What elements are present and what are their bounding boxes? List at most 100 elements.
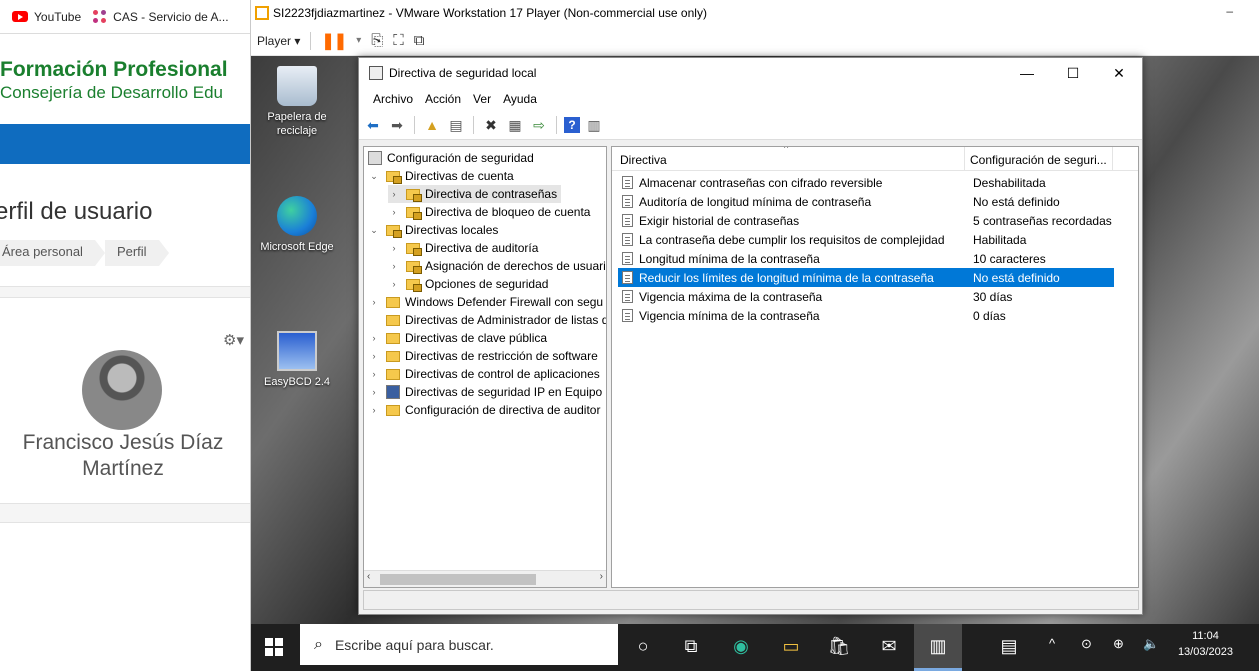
task-view-icon[interactable]: ⧉ xyxy=(677,632,705,660)
tree-item-clave-publica[interactable]: › Directivas de clave pública xyxy=(368,329,548,347)
table-row[interactable]: Longitud mínima de la contraseña 10 cara… xyxy=(618,249,1114,268)
cortana-icon[interactable]: ○ xyxy=(629,632,657,660)
menu-archivo[interactable]: Archivo xyxy=(367,92,419,106)
table-row[interactable]: Auditoría de longitud mínima de contrase… xyxy=(618,192,1114,211)
network-icon[interactable]: ⊕ xyxy=(1113,636,1124,652)
minimize-button[interactable]: — xyxy=(1004,58,1050,88)
vmware-minimize-button[interactable]: – xyxy=(1226,4,1233,18)
pause-icon[interactable]: ❚❚ xyxy=(321,31,347,51)
expand-arrow-icon[interactable]: ⌄ xyxy=(368,171,380,182)
breadcrumb-item-area-personal[interactable]: Área personal xyxy=(0,240,105,266)
tree-item-directiva-contrasenas[interactable]: › Directiva de contraseñas xyxy=(388,185,562,203)
desktop-icon-recycle-bin[interactable]: Papelera de reciclaje xyxy=(257,66,337,138)
expand-arrow-icon[interactable]: › xyxy=(388,189,400,199)
policy-setting: No está definido xyxy=(973,195,1060,209)
system-clock[interactable]: 11:04 13/03/2023 xyxy=(1178,628,1233,660)
breadcrumb-item-perfil[interactable]: Perfil xyxy=(104,240,169,266)
site-brand[interactable]: Formación Profesional Consejería de Desa… xyxy=(0,34,250,104)
gear-icon[interactable]: ⚙▾ xyxy=(223,331,244,349)
delete-icon[interactable]: ✖ xyxy=(481,115,501,135)
column-header-configuracion[interactable]: Configuración de seguri... xyxy=(970,153,1107,167)
table-row[interactable]: Exigir historial de contraseñas 5 contra… xyxy=(618,211,1114,230)
tree-item-firewall[interactable]: › Windows Defender Firewall con segu xyxy=(368,293,604,311)
fullscreen-icon[interactable]: ⛶ xyxy=(393,32,404,49)
tree-item-opciones-seguridad[interactable]: › Opciones de seguridad xyxy=(388,275,548,293)
tree-item-asignacion-derechos[interactable]: › Asignación de derechos de usuari xyxy=(388,257,606,275)
tree-item-directivas-locales[interactable]: ⌄ Directivas locales xyxy=(368,221,498,239)
expand-arrow-icon[interactable]: › xyxy=(368,351,380,361)
expand-arrow-icon[interactable]: › xyxy=(368,333,380,343)
tree-item-config-seguridad[interactable]: Configuración de seguridad xyxy=(368,149,534,167)
table-row[interactable]: La contraseña debe cumplir los requisito… xyxy=(618,230,1114,249)
scroll-left-icon[interactable]: ‹ xyxy=(367,571,370,582)
maximize-button[interactable]: ☐ xyxy=(1050,58,1096,88)
vmware-title: SI2223fjdiazmartinez - VMware Workstatio… xyxy=(273,6,707,20)
expand-arrow-icon[interactable]: › xyxy=(388,279,400,289)
tree-item-restriccion-software[interactable]: › Directivas de restricción de software xyxy=(368,347,598,365)
scrollbar-thumb[interactable] xyxy=(380,574,536,585)
mail-icon[interactable]: ✉ xyxy=(875,632,903,660)
active-app-mmc[interactable]: ▥ xyxy=(914,624,962,671)
table-row-selected[interactable]: Reducir los límites de longitud mínima d… xyxy=(618,268,1114,287)
windows-start-icon[interactable] xyxy=(265,638,283,656)
desktop-icon-easybcd[interactable]: EasyBCD 2.4 xyxy=(257,331,337,389)
bookmark-youtube[interactable]: YouTube xyxy=(12,10,81,24)
policy-setting: Habilitada xyxy=(973,233,1027,247)
expand-arrow-icon[interactable]: › xyxy=(368,369,380,379)
expand-arrow-icon[interactable]: › xyxy=(388,243,400,253)
tree-item-directiva-bloqueo[interactable]: › Directiva de bloqueo de cuenta xyxy=(388,203,590,221)
column-header-directiva[interactable]: Directiva xyxy=(620,153,667,167)
taskbar: ⌕ Escribe aquí para buscar. ○ ⧉ ◉ ▭ 🛍 ✉ … xyxy=(251,624,1259,671)
bookmark-cas[interactable]: CAS - Servicio de A... xyxy=(93,9,229,24)
table-row[interactable]: Almacenar contraseñas con cifrado revers… xyxy=(618,173,1114,192)
send-ctrl-alt-del-icon[interactable]: ⎘ xyxy=(371,32,383,49)
taskbar-search[interactable]: ⌕ Escribe aquí para buscar. xyxy=(300,624,618,665)
menu-accion[interactable]: Acción xyxy=(419,92,467,106)
tree-item-seguridad-ip[interactable]: › Directivas de seguridad IP en Equipo l xyxy=(368,383,607,401)
expand-arrow-icon[interactable]: › xyxy=(388,207,400,217)
file-explorer-icon[interactable]: ▭ xyxy=(777,632,805,660)
expand-arrow-icon[interactable]: › xyxy=(368,405,380,415)
horizontal-scrollbar[interactable]: ‹ › xyxy=(364,570,606,587)
show-tree-icon[interactable]: ▤ xyxy=(446,115,466,135)
expand-arrow-icon[interactable]: › xyxy=(368,297,380,307)
help-icon[interactable]: ? xyxy=(564,116,580,133)
folder-lock-icon xyxy=(406,278,422,292)
table-row[interactable]: Vigencia mínima de la contraseña 0 días xyxy=(618,306,1114,325)
column-divider[interactable] xyxy=(1112,147,1113,171)
tree-item-directiva-auditoria[interactable]: › Directiva de auditoría xyxy=(388,239,538,257)
tree-item-directivas-cuenta[interactable]: ⌄ Directivas de cuenta xyxy=(368,167,514,185)
desktop-icon-edge[interactable]: Microsoft Edge xyxy=(257,196,337,254)
tree-label: Directivas de seguridad IP en Equipo l xyxy=(405,385,607,399)
webcam-icon[interactable]: ⊙ xyxy=(1081,636,1092,652)
export-list-icon[interactable]: ⇨ xyxy=(529,115,549,135)
view-icon[interactable]: ▥ xyxy=(584,115,604,135)
volume-icon[interactable]: 🔈 xyxy=(1143,636,1159,652)
table-row[interactable]: Vigencia máxima de la contraseña 30 días xyxy=(618,287,1114,306)
pause-dropdown-icon[interactable]: ▾ xyxy=(356,35,361,46)
scroll-right-icon[interactable]: › xyxy=(600,571,603,582)
close-button[interactable]: ✕ xyxy=(1096,58,1142,88)
forward-arrow-icon[interactable]: ➡ xyxy=(387,115,407,135)
policy-setting: Deshabilitada xyxy=(973,176,1046,190)
expand-arrow-icon[interactable]: › xyxy=(388,261,400,271)
edge-taskbar-icon[interactable]: ◉ xyxy=(727,632,755,660)
tree-item-control-aplicaciones[interactable]: › Directivas de control de aplicaciones xyxy=(368,365,600,383)
column-divider[interactable] xyxy=(964,147,965,171)
tree-item-administrador-listas[interactable]: Directivas de Administrador de listas d xyxy=(368,311,606,329)
show-hidden-icons-icon[interactable]: ^ xyxy=(1049,636,1055,651)
up-folder-icon[interactable]: ▲ xyxy=(422,115,442,135)
expand-arrow-icon[interactable]: ⌄ xyxy=(368,225,380,236)
unity-icon[interactable]: ⧉ xyxy=(414,32,425,49)
news-widget-icon[interactable]: ▤ xyxy=(995,632,1023,660)
expand-arrow-icon[interactable]: › xyxy=(368,387,380,397)
player-menu-button[interactable]: Player ▾ xyxy=(257,34,300,48)
vmware-titlebar: SI2223fjdiazmartinez - VMware Workstatio… xyxy=(251,0,1259,26)
store-icon[interactable]: 🛍 xyxy=(825,632,853,660)
tree-item-directiva-auditoria-avanzada[interactable]: › Configuración de directiva de auditor xyxy=(368,401,601,419)
menu-ayuda[interactable]: Ayuda xyxy=(497,92,543,106)
menu-ver[interactable]: Ver xyxy=(467,92,497,106)
back-arrow-icon[interactable]: ⬅ xyxy=(363,115,383,135)
properties-icon[interactable]: ▦ xyxy=(505,115,525,135)
policy-setting: 10 caracteres xyxy=(973,252,1046,266)
